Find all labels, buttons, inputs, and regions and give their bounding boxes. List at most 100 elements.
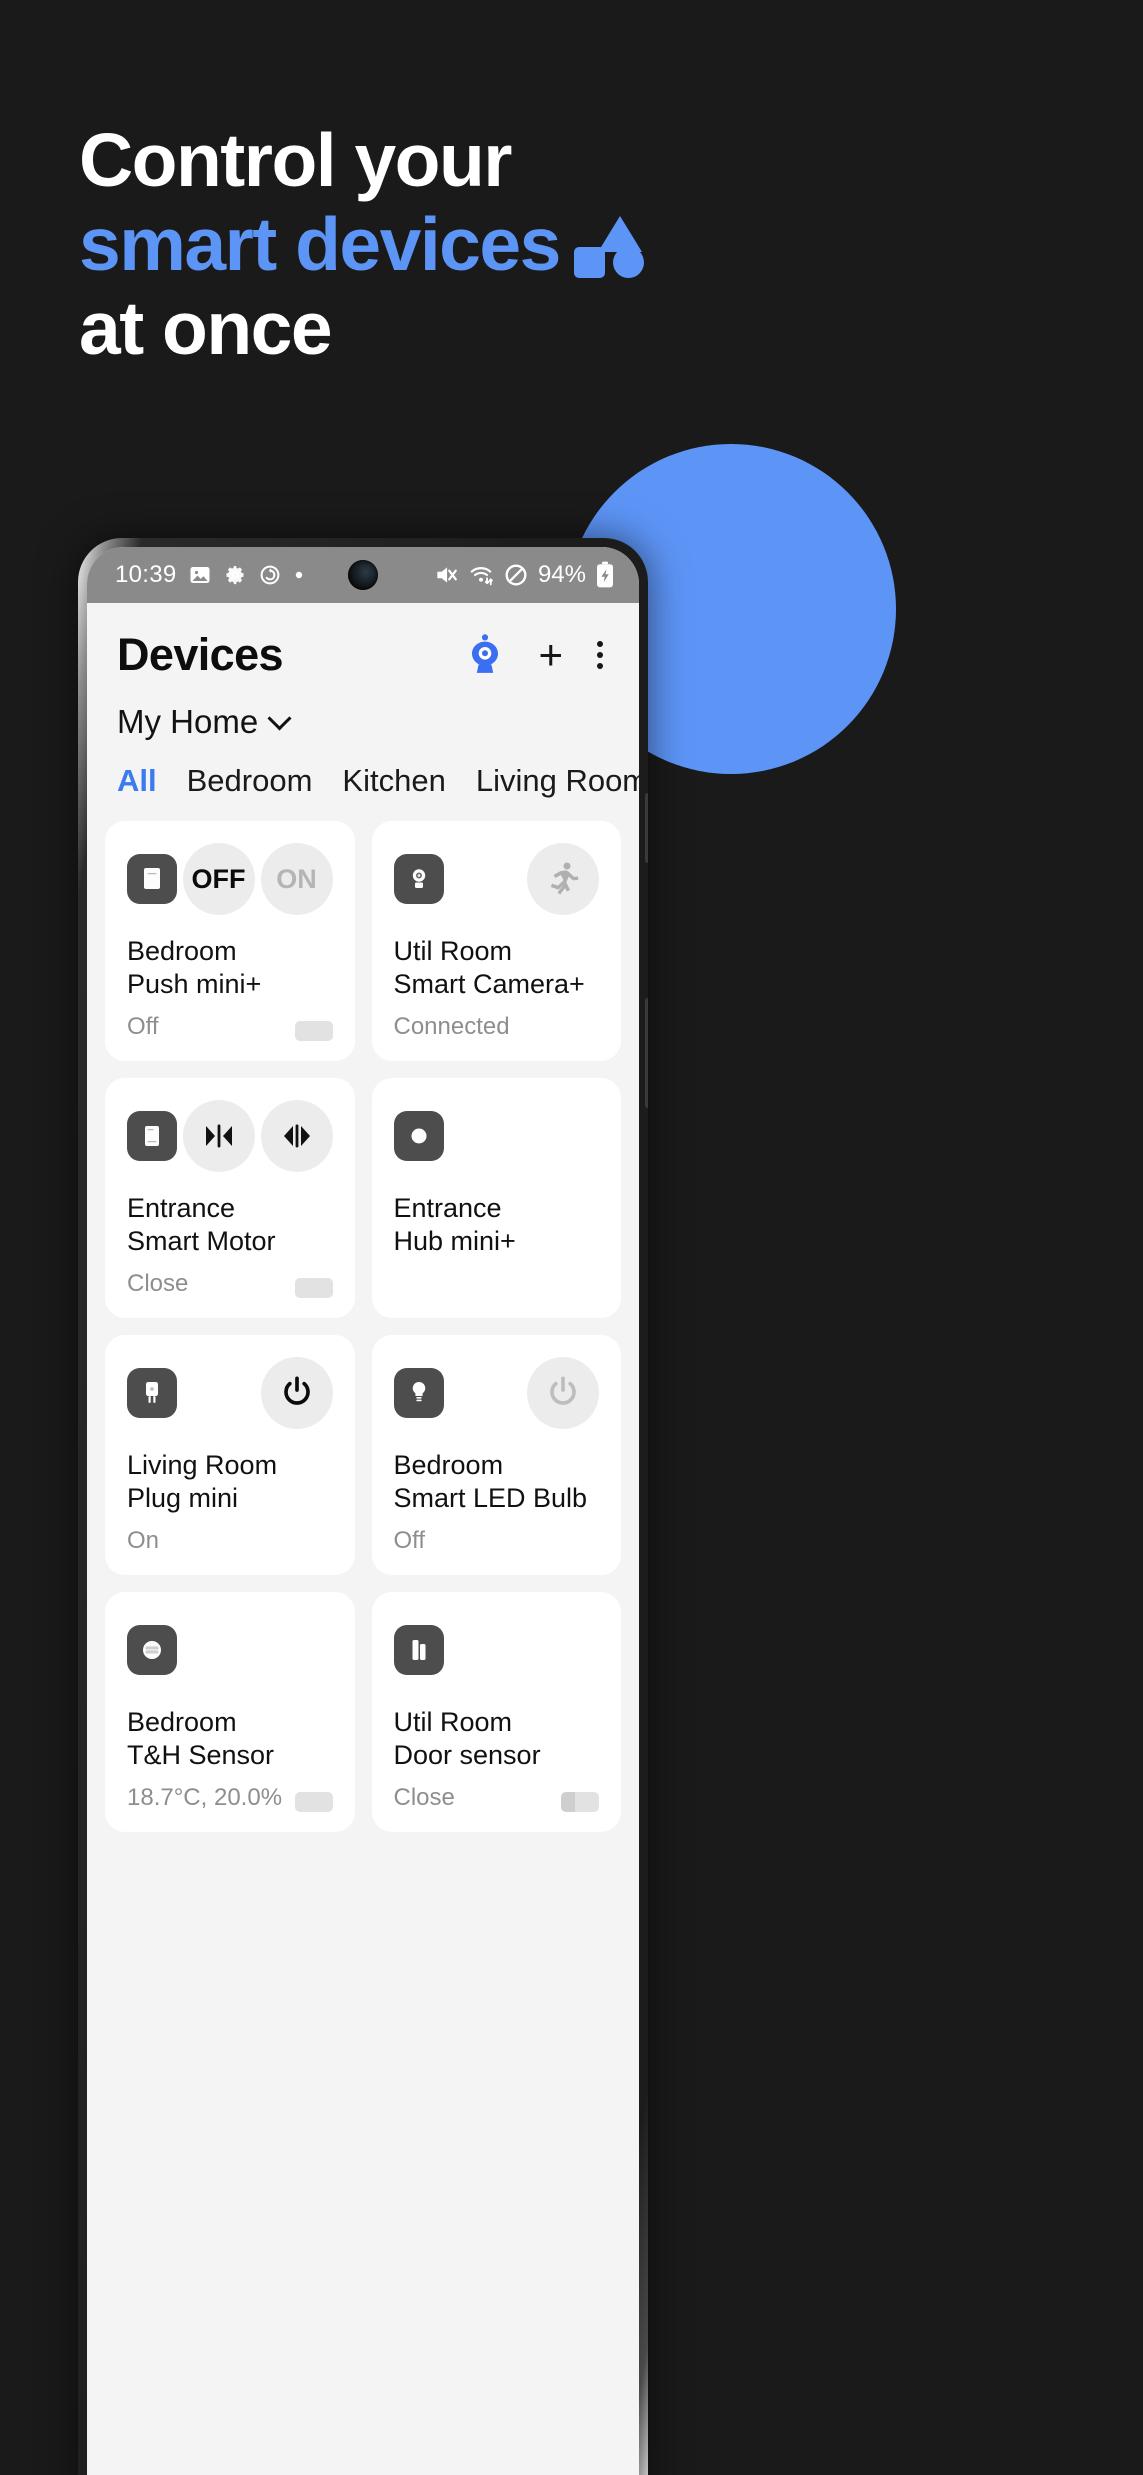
room-tabs: All Bedroom Kitchen Living Room E: [87, 741, 639, 799]
motion-running-icon[interactable]: [527, 843, 599, 915]
phone-volume-button: [645, 793, 648, 863]
hub-icon: [393, 1111, 444, 1161]
device-status: Connected: [393, 1013, 510, 1040]
device-status: 18.7°C, 20.0%: [127, 1784, 283, 1811]
tab-bedroom[interactable]: Bedroom: [187, 763, 313, 799]
device-room: Util Room: [393, 1707, 513, 1737]
device-room: Entrance: [127, 1193, 236, 1223]
device-card[interactable]: Util Room Door sensor Close: [371, 1592, 621, 1832]
device-name: Smart Camera+: [393, 969, 585, 999]
device-room: Bedroom: [127, 1707, 237, 1737]
hero-line-3: at once: [79, 286, 333, 370]
device-name: T&H Sensor: [127, 1740, 275, 1770]
device-card[interactable]: Bedroom Smart LED Bulb Off: [371, 1335, 621, 1575]
status-bar-left: 10:39: [115, 561, 305, 589]
tab-living-room[interactable]: Living Room: [476, 763, 639, 799]
header-actions: +: [466, 632, 609, 679]
battery-percentage: 94%: [537, 561, 586, 588]
card-body: Util Room Smart Camera+: [394, 935, 600, 1001]
hero-line-1: Control your: [79, 118, 512, 202]
gear-icon: [223, 563, 247, 587]
add-icon[interactable]: +: [538, 634, 563, 676]
hero-line-2: smart devices: [79, 202, 561, 286]
app-content: Devices + My Home All Bedroom Kitchen Li…: [87, 603, 639, 2475]
curtain-close-icon[interactable]: [182, 1100, 255, 1172]
device-card[interactable]: Living Room Plug mini On: [105, 1335, 355, 1575]
card-footer: Close: [127, 1270, 333, 1298]
card-footer: On: [127, 1527, 333, 1555]
device-room: Bedroom: [393, 1450, 504, 1480]
tab-all[interactable]: All: [117, 763, 157, 799]
device-room: Bedroom: [127, 936, 237, 966]
curtain-open-icon[interactable]: [260, 1100, 333, 1172]
power-icon[interactable]: [260, 1357, 333, 1429]
hero-line-2-wrap: smart devices: [79, 202, 719, 286]
card-footer: Close: [394, 1784, 599, 1812]
camera-robot-icon[interactable]: [466, 632, 504, 679]
card-controls: [260, 1357, 333, 1429]
dot-icon: [293, 569, 305, 581]
card-controls: [527, 843, 599, 915]
device-name: Door sensor: [393, 1740, 541, 1770]
home-selector[interactable]: My Home: [87, 689, 639, 741]
plug-icon: [127, 1368, 177, 1418]
tab-kitchen[interactable]: Kitchen: [342, 763, 445, 799]
power-icon[interactable]: [527, 1357, 599, 1429]
control-on-button[interactable]: ON: [260, 843, 333, 915]
device-card[interactable]: Entrance Hub mini+: [371, 1078, 621, 1318]
device-name: Hub mini+: [393, 1226, 516, 1256]
status-bar-clock: 10:39: [115, 561, 177, 588]
page-title: Devices: [117, 629, 284, 680]
device-name: Plug mini: [127, 1483, 239, 1513]
device-card[interactable]: OFF ON Bedroom Push mini+ Off: [105, 821, 355, 1061]
app-header: Devices +: [87, 603, 639, 689]
card-body: Bedroom Smart LED Bulb: [394, 1449, 600, 1515]
status-bar: 10:39 94%: [87, 547, 639, 603]
door-sensor-icon: [393, 1625, 444, 1675]
card-top: [393, 1357, 599, 1429]
more-options-icon[interactable]: [597, 641, 603, 669]
triangle-shape: [597, 216, 642, 252]
card-footer: Off: [394, 1527, 600, 1555]
home-selector-label: My Home: [117, 703, 259, 740]
device-name: Push mini+: [127, 969, 262, 999]
shapes-icon: [573, 216, 646, 278]
device-room: Entrance: [393, 1193, 502, 1223]
mute-icon: [433, 562, 459, 588]
control-off-button[interactable]: OFF: [182, 843, 255, 915]
sync-icon: [258, 563, 282, 587]
device-status: On: [127, 1527, 160, 1554]
device-card[interactable]: Util Room Smart Camera+ Connected: [371, 821, 621, 1061]
card-top: [127, 1614, 333, 1686]
device-status: Close: [127, 1270, 189, 1297]
device-card[interactable]: Entrance Smart Motor Close: [105, 1078, 355, 1318]
hero-headline: Control your smart devices at once: [79, 118, 719, 370]
card-body: Util Room Door sensor: [394, 1706, 600, 1772]
card-controls: [182, 1100, 333, 1172]
battery-indicator: [561, 1792, 599, 1812]
phone-screen: 10:39 94% Devices + My Home All Bedroom …: [87, 547, 639, 2475]
card-top: [393, 1100, 600, 1172]
card-body: Entrance Hub mini+: [394, 1192, 600, 1258]
card-top: [127, 1100, 333, 1172]
status-bar-right: 94%: [433, 561, 615, 589]
device-name: Smart LED Bulb: [393, 1483, 588, 1513]
wifi-icon: [468, 562, 494, 588]
chevron-down-icon: [267, 705, 292, 731]
do-not-disturb-icon: [503, 562, 529, 588]
card-controls: OFF ON: [182, 843, 333, 915]
card-top: [127, 1357, 333, 1429]
card-footer: 18.7°C, 20.0%: [127, 1784, 333, 1812]
device-card[interactable]: Bedroom T&H Sensor 18.7°C, 20.0%: [105, 1592, 355, 1832]
front-camera-punchhole: [348, 560, 378, 590]
thermo-hygrometer-icon: [127, 1625, 177, 1675]
device-status: Off: [393, 1527, 426, 1554]
device-grid: OFF ON Bedroom Push mini+ Off Util Room …: [87, 799, 639, 1832]
curtain-motor-icon: [127, 1111, 177, 1161]
promo-page: Control your smart devices at once 10:39: [0, 0, 1143, 2475]
image-icon: [188, 563, 212, 587]
card-top: [393, 843, 599, 915]
card-body: Bedroom T&H Sensor: [127, 1706, 333, 1772]
battery-indicator: [294, 1021, 333, 1041]
battery-indicator: [294, 1792, 333, 1812]
